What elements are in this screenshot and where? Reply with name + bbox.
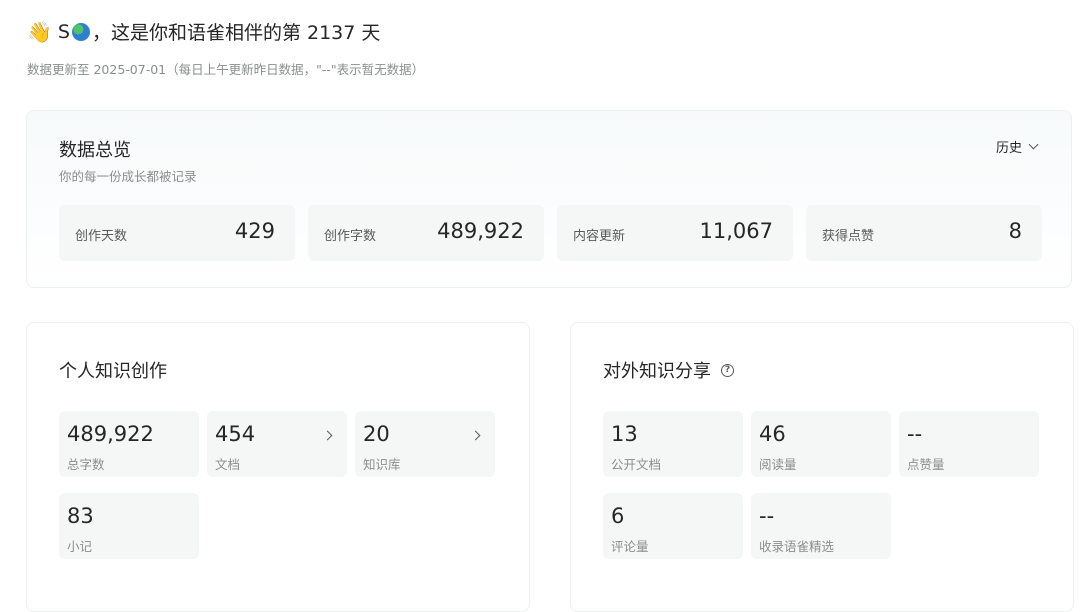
tile-value: 13	[611, 422, 638, 446]
stat-label: 创作字数	[324, 229, 377, 244]
tile-total-words: 489,922 总字数	[59, 411, 199, 477]
tile-knowledge-bases[interactable]: 20 知识库	[355, 411, 495, 477]
tile-public-docs: 13 公开文档	[603, 411, 743, 477]
tile-label: 收录语雀精选	[759, 539, 835, 554]
tile-value: 83	[67, 504, 94, 528]
tile-label: 总字数	[67, 457, 105, 472]
user-name-initial: S	[57, 20, 70, 43]
stat-value: 11,067	[699, 219, 773, 243]
stat-value: 429	[234, 219, 275, 243]
tile-value: --	[907, 422, 923, 446]
update-note: 数据更新至 2025-07-01（每日上午更新昨日数据，"--"表示暂无数据）	[27, 62, 425, 77]
tile-documents[interactable]: 454 文档	[207, 411, 347, 477]
overview-title: 数据总览	[59, 140, 131, 161]
tile-value: 20	[363, 422, 390, 446]
chevron-down-icon	[1028, 139, 1039, 150]
tile-value: 46	[759, 422, 786, 446]
chevron-right-icon	[322, 430, 333, 441]
tile-label: 知识库	[363, 457, 401, 472]
tile-value: 489,922	[67, 422, 154, 446]
stat-label: 获得点赞	[822, 229, 875, 244]
globe-icon	[71, 22, 90, 41]
stat-card: 获得点赞 8	[806, 205, 1042, 261]
external-sharing-header: 对外知识分享 ?	[603, 357, 734, 383]
data-overview-panel: 数据总览 你的每一份成长都被记录 历史 创作天数 429 创作字数 489,92…	[26, 110, 1072, 288]
tile-label: 公开文档	[611, 457, 662, 472]
waving-hand-icon: 👋	[27, 19, 52, 44]
tile-comments: 6 评论量	[603, 493, 743, 559]
tile-reads: 46 阅读量	[751, 411, 891, 477]
tile-label: 点赞量	[907, 457, 945, 472]
stat-label: 创作天数	[75, 229, 128, 244]
stat-value: 8	[1008, 219, 1022, 243]
tile-label: 评论量	[611, 539, 649, 554]
greeting: 👋 S ，这是你和语雀相伴的第 2137 天	[27, 18, 380, 45]
external-sharing-card: 对外知识分享 ? 13 公开文档 46 阅读量 -- 点赞量 6 评论量 -- …	[570, 322, 1074, 612]
tile-label: 阅读量	[759, 457, 797, 472]
tile-value: 454	[215, 422, 256, 446]
stat-card: 内容更新 11,067	[557, 205, 793, 261]
tile-value: --	[759, 504, 775, 528]
personal-creation-title: 个人知识创作	[59, 361, 167, 382]
overview-subtitle: 你的每一份成长都被记录	[59, 169, 197, 184]
stat-label: 内容更新	[573, 229, 626, 244]
history-dropdown[interactable]: 历史	[995, 137, 1039, 156]
stat-card: 创作字数 489,922	[308, 205, 544, 261]
greeting-text: ，这是你和语雀相伴的第 2137 天	[91, 22, 381, 44]
tile-label: 文档	[215, 457, 241, 472]
personal-creation-card: 个人知识创作 489,922 总字数 454 文档 20 知识库 83 小记	[26, 322, 530, 612]
help-icon[interactable]: ?	[721, 363, 734, 377]
chevron-right-icon	[470, 430, 481, 441]
external-sharing-title: 对外知识分享	[603, 361, 711, 382]
tile-label: 小记	[67, 539, 93, 554]
stat-value: 489,922	[437, 219, 524, 243]
tile-value: 6	[611, 504, 625, 528]
history-label: 历史	[995, 141, 1022, 156]
tile-likes: -- 点赞量	[899, 411, 1039, 477]
tile-notes: 83 小记	[59, 493, 199, 559]
stat-card: 创作天数 429	[59, 205, 295, 261]
tile-featured: -- 收录语雀精选	[751, 493, 891, 559]
